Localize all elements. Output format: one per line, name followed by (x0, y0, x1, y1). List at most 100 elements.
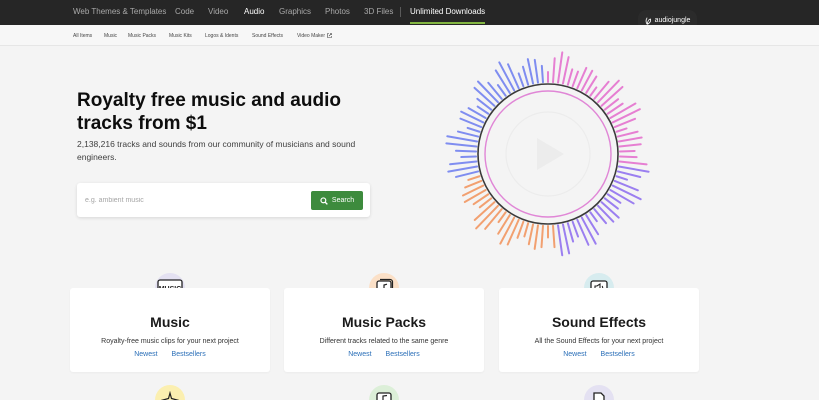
audio-waveform-graphic (445, 51, 650, 257)
waveform-bar (597, 204, 615, 223)
waveform-bar (600, 201, 620, 219)
card-links: Newest Bestsellers (499, 351, 699, 358)
bestsellers-link[interactable]: Bestsellers (172, 351, 206, 358)
waveform-bar (589, 211, 598, 223)
search-button-label: Search (331, 197, 355, 204)
nav-video[interactable]: Video (208, 7, 228, 16)
waveform-bar (609, 102, 637, 119)
waveform-bar (449, 160, 478, 166)
waveform-bar (576, 218, 590, 246)
waveform-bar (557, 224, 564, 257)
waveform-bar (516, 220, 525, 239)
waveform-bar (533, 224, 539, 250)
waveform-bar (585, 214, 600, 236)
waveform-bar (552, 57, 556, 84)
waveform-bar (611, 108, 641, 124)
category-card-music[interactable]: Music Royalty-free music clips for your … (70, 288, 270, 372)
nav-unlimited-downloads[interactable]: Unlimited Downloads (410, 7, 486, 24)
newest-link[interactable]: Newest (134, 351, 157, 358)
subnav-sound-effects[interactable]: Sound Effects (252, 33, 283, 39)
search-button[interactable]: Search (311, 191, 363, 210)
waveform-bar (484, 208, 503, 230)
waveform-bar (467, 175, 481, 181)
nav-web-themes[interactable]: Web Themes & Templates (73, 7, 166, 16)
search-icon (320, 196, 328, 205)
waveform-bar (561, 223, 571, 255)
waveform-bar (593, 80, 610, 100)
waveform-bar (617, 165, 650, 173)
waveform-bar (517, 72, 525, 88)
nav-divider (400, 7, 401, 17)
waveform-bar (454, 149, 478, 153)
newest-link[interactable]: Newest (348, 351, 371, 358)
nav-code[interactable]: Code (175, 7, 194, 16)
waveform-bar (466, 126, 481, 133)
active-underline (410, 22, 486, 24)
card-description: Different tracks related to the same gen… (319, 338, 449, 345)
category-card-music-packs[interactable]: Music Packs Different tracks related to … (284, 288, 484, 372)
newest-link[interactable]: Newest (563, 351, 586, 358)
waveform-bar (617, 136, 643, 143)
waveform-bar (445, 142, 478, 148)
subnav-music-packs[interactable]: Music Packs (128, 33, 156, 39)
subnav-video-maker[interactable]: Video Maker (297, 33, 332, 39)
waveform-bar (499, 216, 516, 245)
hero-subtitle: 2,138,216 tracks and sounds from our com… (77, 139, 356, 162)
music-note-icon (369, 385, 399, 400)
waveform-bar (523, 222, 530, 238)
waveform-bar (487, 81, 503, 100)
nav-graphics[interactable]: Graphics (279, 7, 311, 16)
bestsellers-link[interactable]: Bestsellers (601, 351, 635, 358)
category-card-sound-effects[interactable]: Sound Effects All the Sound Effects for … (499, 288, 699, 372)
waveform-bar (571, 70, 579, 88)
document-icon (584, 385, 614, 400)
waveform-bar (561, 56, 570, 85)
waveform-bar (527, 223, 535, 246)
waveform-bar (463, 189, 487, 204)
waveform-bar (618, 149, 636, 153)
waveform-bar (494, 69, 511, 94)
waveform-bar (615, 127, 628, 133)
waveform-bar (618, 155, 638, 159)
waveform-bar (446, 135, 479, 143)
leaf-icon (645, 16, 651, 25)
waveform-bar (506, 218, 520, 246)
video-maker-label: Video Maker (297, 33, 325, 39)
nav-photos[interactable]: Photos (325, 7, 350, 16)
waveform-bar (580, 216, 597, 245)
sub-navigation: All Items Music Music Packs Music Kits L… (0, 25, 819, 46)
card-description: All the Sound Effects for your next proj… (534, 338, 664, 345)
bestsellers-link[interactable]: Bestsellers (386, 351, 420, 358)
waveform-bar (521, 65, 530, 86)
waveform-bar (611, 184, 642, 201)
waveform-bar (533, 58, 539, 84)
waveform-bar (460, 155, 478, 159)
subnav-music[interactable]: Music (104, 33, 117, 39)
top-navigation: Web Themes & Templates Code Video Audio … (0, 0, 819, 31)
waveform-bar (507, 63, 520, 90)
card-title: Music Packs (341, 314, 427, 330)
waveform-bar (476, 105, 490, 115)
waveform-bar (552, 224, 556, 249)
subnav-all-items[interactable]: All Items (73, 33, 92, 39)
waveform-bar (618, 160, 648, 166)
unlimited-downloads-label: Unlimited Downloads (410, 7, 486, 16)
search-input[interactable] (85, 195, 305, 206)
waveform-bar (464, 179, 483, 189)
waveform-bar (616, 170, 642, 178)
sparkle-icon (155, 385, 185, 400)
subnav-music-kits[interactable]: Music Kits (169, 33, 192, 39)
waveform-bar (616, 130, 639, 138)
brand-label: audiojungle (654, 17, 691, 24)
waveform-bar (557, 51, 564, 84)
card-title: Music (150, 314, 190, 330)
nav-audio[interactable]: Audio (244, 7, 264, 16)
subnav-logos-idents[interactable]: Logos & Idents (205, 33, 238, 39)
hero-title: Royalty free music and audio tracks from… (77, 90, 341, 134)
waveform-bar (618, 143, 642, 148)
waveform-bar (540, 224, 544, 249)
nav-3d-files[interactable]: 3D Files (364, 7, 393, 16)
waveform-bar (589, 86, 598, 97)
card-title: Sound Effects (551, 314, 647, 330)
waveform-bar (497, 211, 507, 224)
